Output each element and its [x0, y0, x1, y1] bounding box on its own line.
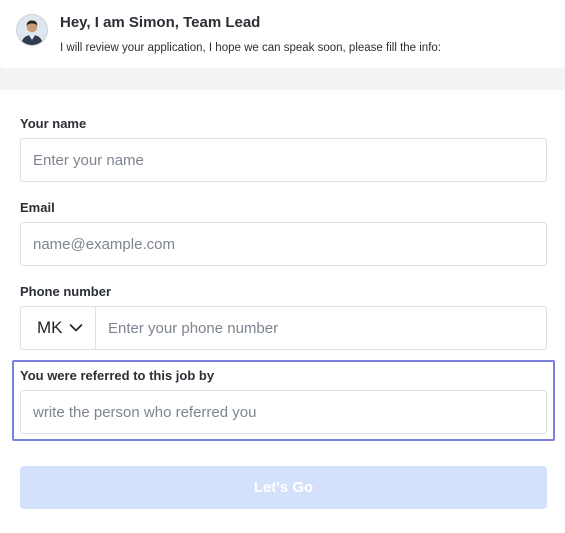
- email-input[interactable]: [21, 223, 546, 265]
- phone-field-wrapper: MK: [20, 306, 547, 350]
- email-field-wrapper: [20, 222, 547, 266]
- referral-label: You were referred to this job by: [20, 368, 215, 383]
- country-code-select[interactable]: MK: [21, 307, 96, 349]
- greeting-title: Hey, I am Simon, Team Lead: [60, 14, 261, 31]
- person-avatar-icon: [17, 15, 47, 45]
- avatar: [16, 14, 48, 46]
- greeting-subtext: I will review your application, I hope w…: [60, 42, 441, 54]
- phone-label: Phone number: [20, 284, 112, 299]
- referral-field-wrapper: [20, 390, 547, 434]
- submit-button[interactable]: Let's Go: [20, 466, 547, 509]
- application-form: Your name Email Phone number MK You were…: [0, 90, 565, 533]
- country-code-value: MK: [37, 318, 63, 337]
- email-label: Email: [20, 200, 55, 215]
- name-field-wrapper: [20, 138, 547, 182]
- chevron-down-icon: [69, 324, 83, 332]
- name-label: Your name: [20, 116, 87, 131]
- recruiter-header: Hey, I am Simon, Team Lead I will review…: [0, 0, 565, 68]
- name-input[interactable]: [21, 139, 546, 181]
- referral-input[interactable]: [21, 391, 546, 433]
- phone-input[interactable]: [96, 307, 546, 349]
